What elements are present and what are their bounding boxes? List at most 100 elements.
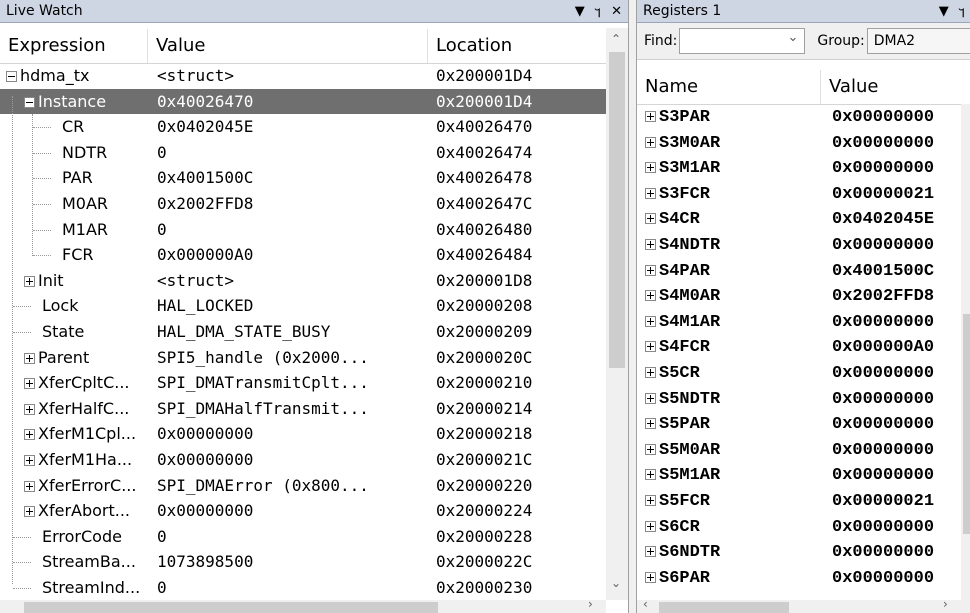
expand-icon[interactable] xyxy=(645,520,656,532)
collapse-icon[interactable] xyxy=(6,71,17,82)
table-row[interactable]: S4M0AR 0x2002FFD8 xyxy=(637,284,961,310)
expand-icon[interactable] xyxy=(24,352,35,364)
scroll-up-icon[interactable]: ⌃ xyxy=(611,32,621,46)
table-row[interactable]: S5M1AR 0x00000000 xyxy=(637,463,961,489)
column-header-name[interactable]: Name xyxy=(637,70,821,104)
table-row[interactable]: ErrorCode 0 0x20000228 xyxy=(0,524,606,550)
expand-icon[interactable] xyxy=(24,429,35,441)
table-row[interactable]: PAR 0x4001500C 0x40026478 xyxy=(0,165,606,191)
table-row[interactable]: Instance 0x40026470 0x200001D4 xyxy=(0,88,606,115)
scroll-down-icon[interactable]: ⌄ xyxy=(611,576,621,590)
close-icon[interactable]: ✕ xyxy=(611,4,622,19)
expand-icon[interactable] xyxy=(645,213,656,225)
column-header-value[interactable]: Value xyxy=(148,29,428,63)
table-row[interactable]: XferM1Ha... 0x00000000 0x2000021C xyxy=(0,447,606,473)
expand-icon[interactable] xyxy=(24,480,35,492)
table-row[interactable]: S5NDTR 0x00000000 xyxy=(637,387,961,413)
pin-icon[interactable]: 𝈮 xyxy=(595,0,601,23)
table-row[interactable]: S3PAR 0x00000000 xyxy=(637,105,961,131)
expand-icon[interactable] xyxy=(645,136,656,148)
expand-icon[interactable] xyxy=(645,239,656,251)
table-row[interactable]: hdma_tx <struct> 0x200001D4 xyxy=(0,63,606,89)
table-row[interactable]: S5CR 0x00000000 xyxy=(637,361,961,387)
expand-icon[interactable] xyxy=(645,469,656,481)
expand-icon[interactable] xyxy=(645,111,656,123)
group-combobox[interactable]: DMA2 xyxy=(866,28,970,54)
scroll-left-icon[interactable]: ‹ xyxy=(643,597,648,611)
expand-icon[interactable] xyxy=(645,264,656,276)
registers-hscrollbar[interactable]: ‹ › xyxy=(637,597,970,613)
scroll-right-icon[interactable]: › xyxy=(943,597,948,611)
registers-titlebar: Registers 1 ▼ 𝈮 xyxy=(637,0,970,23)
table-row[interactable]: XferHalfC... SPI_DMAHalfTransmit... 0x2000… xyxy=(0,396,606,422)
live-watch-vscroll-thumb[interactable] xyxy=(609,52,625,368)
table-row[interactable]: S4PAR 0x4001500C xyxy=(637,259,961,285)
column-header-expression[interactable]: Expression xyxy=(0,29,148,63)
table-row[interactable]: XferAbort... 0x00000000 0x20000224 xyxy=(0,498,606,524)
scroll-right-icon[interactable]: › xyxy=(588,597,593,611)
column-header-location[interactable]: Location xyxy=(428,29,606,63)
expand-icon[interactable] xyxy=(645,443,656,455)
expression-name: Init xyxy=(38,270,64,290)
pin-icon[interactable]: 𝈮 xyxy=(959,0,965,23)
expand-icon[interactable] xyxy=(645,341,656,353)
table-row[interactable]: S6NDTR 0x00000000 xyxy=(637,540,961,566)
table-row[interactable]: S4M1AR 0x00000000 xyxy=(637,310,961,336)
registers-vscroll-thumb[interactable] xyxy=(963,314,970,534)
table-row[interactable]: M1AR 0 0x40026480 xyxy=(0,217,606,243)
expand-icon[interactable] xyxy=(24,378,35,390)
expand-icon[interactable] xyxy=(645,290,656,302)
registers-hscroll-thumb[interactable] xyxy=(659,602,789,613)
dropdown-icon[interactable]: ▼ xyxy=(575,4,585,19)
expand-icon[interactable] xyxy=(24,506,35,518)
dropdown-icon[interactable]: ▼ xyxy=(939,4,949,19)
expression-name: StreamInd... xyxy=(42,578,141,597)
table-row[interactable]: M0AR 0x2002FFD8 0x4002647C xyxy=(0,191,606,217)
live-watch-hscroll-thumb[interactable] xyxy=(24,602,438,613)
table-row[interactable]: S3FCR 0x00000021 xyxy=(637,182,961,208)
table-row[interactable]: S6CR 0x00000000 xyxy=(637,515,961,541)
column-header-value[interactable]: Value xyxy=(821,70,969,104)
expand-icon[interactable] xyxy=(645,495,656,507)
expand-icon[interactable] xyxy=(645,187,656,199)
table-row[interactable]: S5FCR 0x00000021 xyxy=(637,489,961,515)
table-row[interactable]: XferM1Cpl... 0x00000000 0x20000218 xyxy=(0,421,606,447)
table-row[interactable]: S3M0AR 0x00000000 xyxy=(637,131,961,157)
expand-icon[interactable] xyxy=(24,275,35,287)
live-watch-hscrollbar[interactable]: › xyxy=(0,597,606,613)
expand-icon[interactable] xyxy=(24,455,35,466)
collapse-icon[interactable] xyxy=(24,96,35,108)
table-row[interactable]: Parent SPI5_handle (0x2000... 0x2000020C xyxy=(0,345,606,371)
table-row[interactable]: Lock HAL_LOCKED 0x20000208 xyxy=(0,293,606,319)
chevron-down-icon[interactable]: ⌄ xyxy=(788,30,799,45)
table-row[interactable]: S5M0AR 0x00000000 xyxy=(637,438,961,464)
table-row[interactable]: S5PAR 0x00000000 xyxy=(637,412,961,438)
expand-icon[interactable] xyxy=(645,546,656,558)
table-row[interactable]: XferCpltC... SPI_DMATransmitCplt... 0x2000… xyxy=(0,370,606,396)
table-row[interactable]: State HAL_DMA_STATE_BUSY 0x20000209 xyxy=(0,319,606,345)
table-row[interactable]: FCR 0x000000A0 0x40026484 xyxy=(0,242,606,268)
table-row[interactable]: S4NDTR 0x00000000 xyxy=(637,233,961,259)
table-row[interactable]: S4CR 0x0402045E xyxy=(637,207,961,233)
expression-name: M0AR xyxy=(62,194,109,213)
table-row[interactable]: XferErrorC... SPI_DMAError (0x800... 0x200… xyxy=(0,473,606,499)
expand-icon[interactable] xyxy=(645,418,656,430)
live-watch-vscrollbar[interactable]: ⌃ ⌄ xyxy=(606,28,628,600)
table-row[interactable]: NDTR 0 0x40026474 xyxy=(0,140,606,166)
find-combobox[interactable]: ⌄ xyxy=(679,28,806,54)
expand-icon[interactable] xyxy=(645,315,656,327)
expand-icon[interactable] xyxy=(645,367,656,379)
table-row[interactable]: Init <struct> 0x200001D8 xyxy=(0,268,606,294)
registers-vscrollbar[interactable] xyxy=(961,104,970,600)
table-row[interactable]: S4FCR 0x000000A0 xyxy=(637,335,961,361)
expand-icon[interactable] xyxy=(24,403,35,415)
table-row[interactable]: StreamInd... 0 0x20000230 xyxy=(0,575,606,601)
table-row[interactable]: S3M1AR 0x00000000 xyxy=(637,156,961,182)
table-row[interactable]: CR 0x0402045E 0x40026470 xyxy=(0,114,606,140)
value-cell: 0x2002FFD8 xyxy=(157,194,254,213)
expand-icon[interactable] xyxy=(645,162,656,174)
table-row[interactable]: S6PAR 0x00000000 xyxy=(637,566,961,592)
expand-icon[interactable] xyxy=(645,392,656,404)
expand-icon[interactable] xyxy=(645,571,656,583)
table-row[interactable]: StreamBa... 1073898500 0x2000022C xyxy=(0,549,606,575)
